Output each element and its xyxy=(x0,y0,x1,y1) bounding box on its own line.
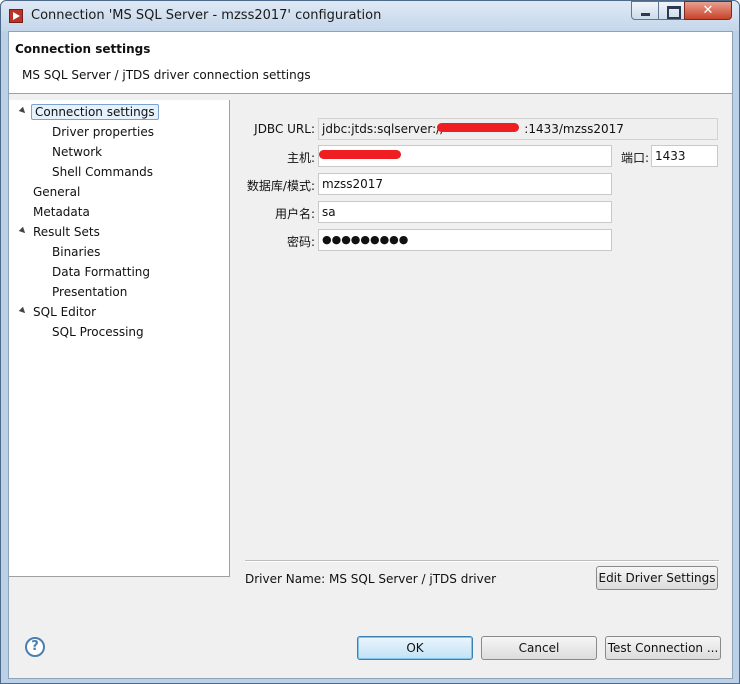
tree-item-sql-processing[interactable]: SQL Processing xyxy=(52,323,144,341)
minimize-button[interactable] xyxy=(631,1,659,20)
host-label: 主机: xyxy=(286,151,315,165)
tree-item-data-formatting[interactable]: Data Formatting xyxy=(52,263,150,281)
jdbc-url-label: JDBC URL: xyxy=(254,122,315,136)
tree-item-sql-editor[interactable]: SQL Editor xyxy=(33,303,96,321)
cancel-button[interactable]: Cancel xyxy=(481,636,597,660)
database-input[interactable]: mzss2017 xyxy=(318,173,612,195)
window-title: Connection 'MS SQL Server - mzss2017' co… xyxy=(31,8,382,23)
tree-item-result-sets[interactable]: Result Sets xyxy=(33,223,100,241)
password-label: 密码: xyxy=(286,235,315,249)
expand-arrow-icon[interactable] xyxy=(18,106,28,116)
close-icon: ✕ xyxy=(702,3,714,18)
jdbc-url-suffix: :1433/mzss2017 xyxy=(524,122,624,136)
settings-tree: Connection settings Driver properties Ne… xyxy=(9,100,230,577)
jdbc-url-prefix: jdbc:jtds:sqlserver:// xyxy=(322,122,445,136)
page-subtitle: MS SQL Server / jTDS driver connection s… xyxy=(22,68,311,82)
dialog-window: Connection 'MS SQL Server - mzss2017' co… xyxy=(0,0,740,684)
ok-button[interactable]: OK xyxy=(357,636,473,660)
help-icon[interactable]: ? xyxy=(25,637,45,657)
driver-name-label: Driver Name: xyxy=(245,572,326,586)
redaction-mark xyxy=(319,150,401,159)
port-label: 端口: xyxy=(620,151,649,165)
tree-item-driver-properties[interactable]: Driver properties xyxy=(52,123,154,141)
port-input[interactable]: 1433 xyxy=(651,145,718,167)
tree-item-presentation[interactable]: Presentation xyxy=(52,283,127,301)
username-input[interactable]: sa xyxy=(318,201,612,223)
close-button[interactable]: ✕ xyxy=(684,1,732,20)
page-title: Connection settings xyxy=(15,42,151,56)
password-input[interactable]: ●●●●●●●●● xyxy=(318,229,612,251)
tree-item-shell-commands[interactable]: Shell Commands xyxy=(52,163,153,181)
app-icon xyxy=(9,9,23,23)
dialog-header: Connection settings MS SQL Server / jTDS… xyxy=(9,32,732,94)
redaction-mark xyxy=(437,123,519,132)
database-label: 数据库/模式: xyxy=(246,179,315,193)
separator xyxy=(245,560,719,562)
driver-name-value: MS SQL Server / jTDS driver xyxy=(329,572,497,586)
test-connection-button[interactable]: Test Connection ... xyxy=(605,636,721,660)
connection-settings-pane: JDBC URL: jdbc:jtds:sqlserver:// :1433/mz… xyxy=(231,100,732,590)
username-label: 用户名: xyxy=(274,207,315,221)
tree-item-metadata[interactable]: Metadata xyxy=(33,203,90,221)
tree-item-connection-settings[interactable]: Connection settings xyxy=(31,103,159,121)
dialog-client: Connection settings MS SQL Server / jTDS… xyxy=(8,31,733,679)
expand-arrow-icon[interactable] xyxy=(18,226,28,236)
maximize-button[interactable] xyxy=(658,1,685,20)
title-bar[interactable]: Connection 'MS SQL Server - mzss2017' co… xyxy=(1,1,739,31)
edit-driver-settings-button[interactable]: Edit Driver Settings xyxy=(596,566,718,590)
tree-item-network[interactable]: Network xyxy=(52,143,102,161)
tree-item-binaries[interactable]: Binaries xyxy=(52,243,100,261)
expand-arrow-icon[interactable] xyxy=(18,306,28,316)
tree-item-general[interactable]: General xyxy=(33,183,80,201)
